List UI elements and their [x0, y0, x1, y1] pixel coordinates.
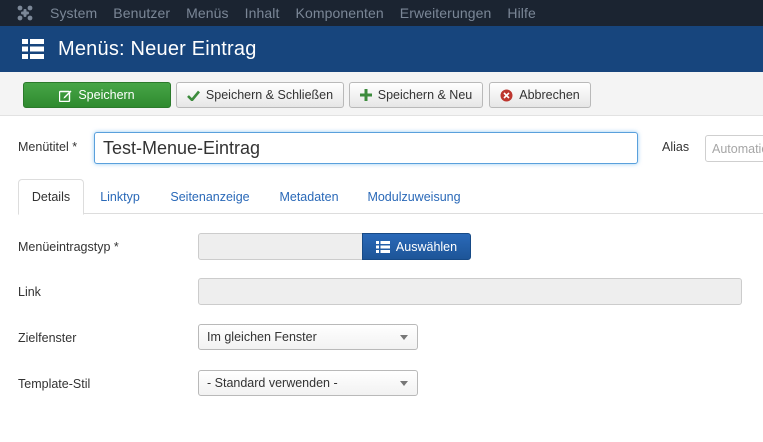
page-title-bar: Menüs: Neuer Eintrag: [0, 26, 763, 72]
menu-title-input[interactable]: Test-Menue-Eintrag: [94, 132, 638, 164]
alias-input[interactable]: Automatic: [705, 135, 763, 162]
topnav-item-menus[interactable]: Menüs: [186, 5, 229, 21]
joomla-logo-icon[interactable]: [0, 0, 50, 26]
alias-label: Alias: [662, 140, 690, 154]
topnav-item-help[interactable]: Hilfe: [507, 5, 536, 21]
tab-metadata[interactable]: Metadaten: [268, 179, 350, 214]
topnav-item-extensions[interactable]: Erweiterungen: [400, 5, 492, 21]
list-icon: [375, 240, 390, 253]
chevron-down-icon: [400, 335, 408, 340]
cancel-circle-icon: [500, 89, 513, 101]
save-and-new-button[interactable]: Speichern & Neu: [349, 82, 483, 108]
select-button-label: Auswählen: [395, 239, 458, 254]
tab-bar: Details Linktyp Seitenanzeige Metadaten …: [18, 179, 763, 215]
target-window-select[interactable]: Im gleichen Fenster: [198, 324, 418, 350]
link-field: [198, 278, 742, 305]
checkmark-icon: [187, 90, 200, 101]
tab-details[interactable]: Details: [18, 179, 84, 215]
edit-icon: [59, 90, 72, 102]
page-title: Menüs: Neuer Eintrag: [58, 37, 257, 60]
plus-icon: [359, 89, 372, 101]
top-menu: System Benutzer Menüs Inhalt Komponenten…: [50, 0, 552, 26]
topnav-item-components[interactable]: Komponenten: [296, 5, 384, 21]
cancel-button-label: Abbrechen: [519, 88, 580, 102]
menu-title-label: Menütitel *: [18, 140, 78, 154]
template-style-select[interactable]: - Standard verwenden -: [198, 370, 418, 396]
save-button[interactable]: Speichern: [23, 82, 171, 108]
topnav-item-users[interactable]: Benutzer: [113, 5, 170, 21]
target-window-value: Im gleichen Fenster: [207, 330, 317, 344]
template-style-value: - Standard verwenden -: [207, 376, 338, 390]
tab-module-assignment[interactable]: Modulzuweisung: [358, 179, 470, 214]
tab-page-display[interactable]: Seitenanzeige: [158, 179, 262, 214]
cancel-button[interactable]: Abbrechen: [489, 82, 591, 108]
menu-list-icon: [22, 39, 44, 59]
toolbar: Speichern Speichern & Schließen Speicher…: [0, 72, 763, 116]
target-window-label: Zielfenster: [18, 331, 77, 345]
save-and-new-label: Speichern & Neu: [377, 88, 473, 102]
template-style-label: Template-Stil: [18, 377, 91, 391]
alias-placeholder: Automatic: [712, 141, 763, 156]
topnav-item-system[interactable]: System: [50, 5, 97, 21]
save-button-label: Speichern: [78, 88, 135, 102]
select-menu-item-type-button[interactable]: Auswählen: [362, 233, 471, 260]
topnav-item-content[interactable]: Inhalt: [245, 5, 280, 21]
tab-linktype[interactable]: Linktyp: [88, 179, 152, 214]
link-label: Link: [18, 285, 41, 299]
top-navigation-bar: System Benutzer Menüs Inhalt Komponenten…: [0, 0, 763, 26]
menu-item-type-field: [198, 233, 363, 260]
menu-item-type-label: Menüeintragstyp *: [18, 240, 119, 254]
save-and-close-button[interactable]: Speichern & Schließen: [176, 82, 344, 108]
menu-title-value: Test-Menue-Eintrag: [103, 137, 261, 158]
chevron-down-icon: [400, 381, 408, 386]
save-and-close-label: Speichern & Schließen: [205, 88, 334, 102]
